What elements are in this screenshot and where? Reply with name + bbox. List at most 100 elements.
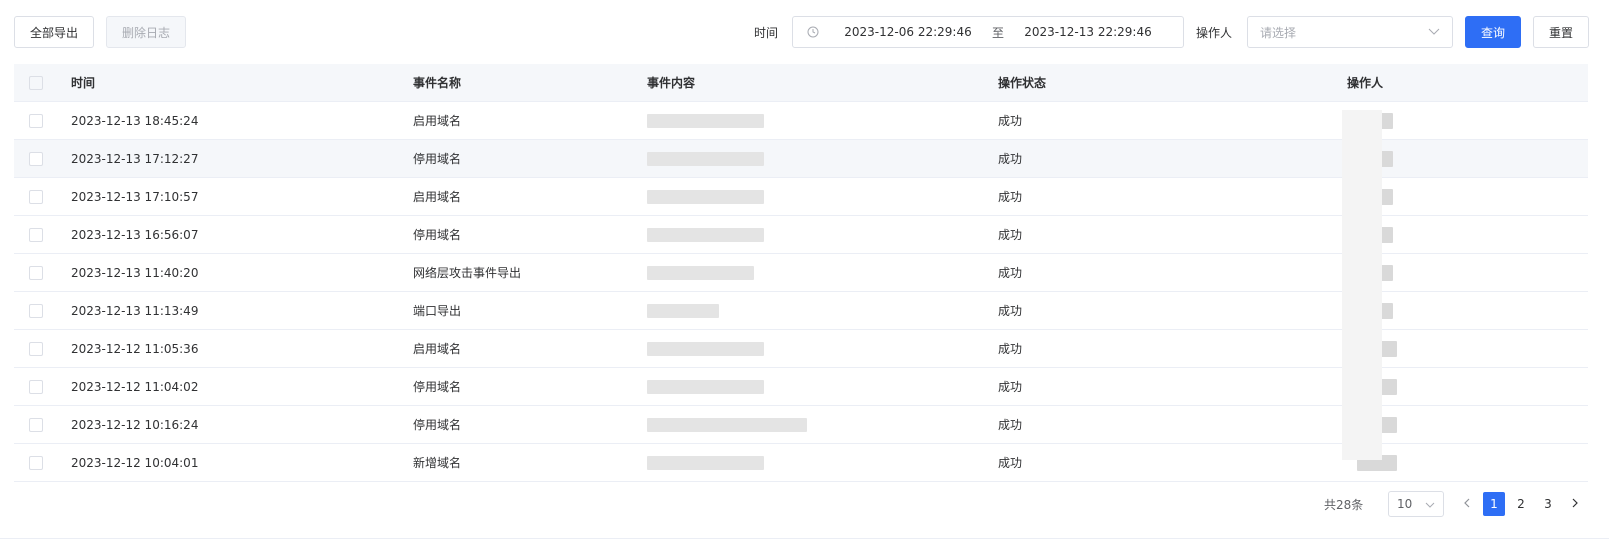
delete-log-button[interactable]: 删除日志 <box>106 16 186 48</box>
operator-select[interactable]: 请选择 <box>1247 16 1453 48</box>
row-checkbox[interactable] <box>28 455 43 470</box>
export-all-button[interactable]: 全部导出 <box>14 16 94 48</box>
prev-page-button[interactable] <box>1455 492 1477 516</box>
redacted-content <box>647 456 764 470</box>
next-page-button[interactable] <box>1564 492 1586 516</box>
cell-event-content <box>647 444 998 481</box>
row-checkbox[interactable] <box>28 417 43 432</box>
cell-time: 2023-12-13 17:10:57 <box>71 189 199 204</box>
chevron-down-icon <box>1425 497 1435 511</box>
page-size-select[interactable]: 10 <box>1388 491 1444 517</box>
page-2-button[interactable]: 2 <box>1510 492 1532 516</box>
cell-event-content <box>647 254 998 291</box>
cell-event-name: 启用域名 <box>413 190 462 204</box>
redacted-content <box>647 266 754 280</box>
cell-status: 成功 <box>998 342 1023 356</box>
cell-status: 成功 <box>998 190 1023 204</box>
cell-operator <box>1347 330 1587 367</box>
total-count: 共28条 <box>1324 498 1364 512</box>
chevron-left-icon <box>1463 497 1470 511</box>
chevron-right-icon <box>1572 497 1579 511</box>
time-label: 时间 <box>754 26 779 40</box>
cell-time: 2023-12-13 17:12:27 <box>71 151 199 166</box>
cell-event-content <box>647 368 998 405</box>
row-checkbox[interactable] <box>28 113 43 128</box>
cell-event-name: 网络层攻击事件导出 <box>413 266 522 280</box>
row-checkbox[interactable] <box>28 151 43 166</box>
cell-event-name: 停用域名 <box>413 228 462 242</box>
cell-event-content <box>647 140 998 177</box>
date-start[interactable]: 2023-12-06 22:29:46 <box>833 25 983 39</box>
row-checkbox[interactable] <box>28 265 43 280</box>
clock-icon <box>793 26 833 38</box>
cell-time: 2023-12-12 11:05:36 <box>71 341 199 356</box>
date-range-picker[interactable]: 2023-12-06 22:29:46 至 2023-12-13 22:29:4… <box>792 16 1184 48</box>
cell-operator <box>1347 178 1587 215</box>
cell-event-content <box>647 292 998 329</box>
select-all-checkbox[interactable] <box>28 75 43 90</box>
cell-event-name: 停用域名 <box>413 418 462 432</box>
cell-time: 2023-12-12 11:04:02 <box>71 379 199 394</box>
cell-time: 2023-12-13 11:40:20 <box>71 265 199 280</box>
date-end[interactable]: 2023-12-13 22:29:46 <box>1013 25 1163 39</box>
cell-event-content <box>647 330 998 367</box>
cell-status: 成功 <box>998 456 1023 470</box>
cell-time: 2023-12-13 16:56:07 <box>71 227 199 242</box>
page-3-button[interactable]: 3 <box>1537 492 1559 516</box>
cell-event-content <box>647 102 998 139</box>
cell-event-name: 启用域名 <box>413 342 462 356</box>
cell-event-name: 启用域名 <box>413 114 462 128</box>
cell-operator <box>1347 406 1587 443</box>
cell-operator <box>1347 254 1587 291</box>
cell-time: 2023-12-12 10:04:01 <box>71 455 199 470</box>
redacted-content <box>647 228 764 242</box>
operator-label: 操作人 <box>1196 26 1233 40</box>
header-event-content: 事件内容 <box>647 76 696 90</box>
cell-operator <box>1347 292 1587 329</box>
cell-operator <box>1347 102 1587 139</box>
cell-operator <box>1347 216 1587 253</box>
cell-status: 成功 <box>998 152 1023 166</box>
table-header: 时间 事件名称 事件内容 操作状态 操作人 <box>14 64 1588 102</box>
header-status: 操作状态 <box>998 76 1047 90</box>
redacted-content <box>647 190 764 204</box>
cell-event-name: 停用域名 <box>413 380 462 394</box>
query-button[interactable]: 查询 <box>1465 16 1521 48</box>
header-operator: 操作人 <box>1347 76 1384 90</box>
pagination: 共28条 10 1 2 3 <box>0 488 1609 520</box>
cell-time: 2023-12-13 11:13:49 <box>71 303 199 318</box>
cell-status: 成功 <box>998 380 1023 394</box>
redacted-content <box>647 152 764 166</box>
redacted-content <box>647 380 764 394</box>
page-size-value: 10 <box>1397 497 1413 511</box>
cell-status: 成功 <box>998 114 1023 128</box>
cell-time: 2023-12-12 10:16:24 <box>71 417 199 432</box>
redacted-content <box>647 304 719 318</box>
cell-event-content <box>647 216 998 253</box>
row-checkbox[interactable] <box>28 189 43 204</box>
toolbar: 全部导出 删除日志 时间 2023-12-06 22:29:46 至 2023-… <box>0 0 1609 64</box>
page-1-button[interactable]: 1 <box>1483 492 1505 516</box>
reset-button[interactable]: 重置 <box>1533 16 1589 48</box>
redaction-smear <box>1342 110 1382 460</box>
redacted-content <box>647 418 807 432</box>
cell-operator <box>1347 368 1587 405</box>
row-checkbox[interactable] <box>28 379 43 394</box>
cell-event-name: 端口导出 <box>413 304 462 318</box>
operator-placeholder: 请选择 <box>1260 25 1297 40</box>
redacted-content <box>647 342 764 356</box>
cell-status: 成功 <box>998 266 1023 280</box>
cell-status: 成功 <box>998 228 1023 242</box>
cell-time: 2023-12-13 18:45:24 <box>71 113 199 128</box>
header-time: 时间 <box>71 76 96 90</box>
chevron-down-icon <box>1428 25 1440 39</box>
header-event-name: 事件名称 <box>413 76 462 90</box>
redacted-content <box>647 114 764 128</box>
cell-status: 成功 <box>998 418 1023 432</box>
row-checkbox[interactable] <box>28 341 43 356</box>
row-checkbox[interactable] <box>28 227 43 242</box>
footer-divider <box>0 538 1609 539</box>
cell-event-name: 停用域名 <box>413 152 462 166</box>
cell-event-content <box>647 178 998 215</box>
row-checkbox[interactable] <box>28 303 43 318</box>
